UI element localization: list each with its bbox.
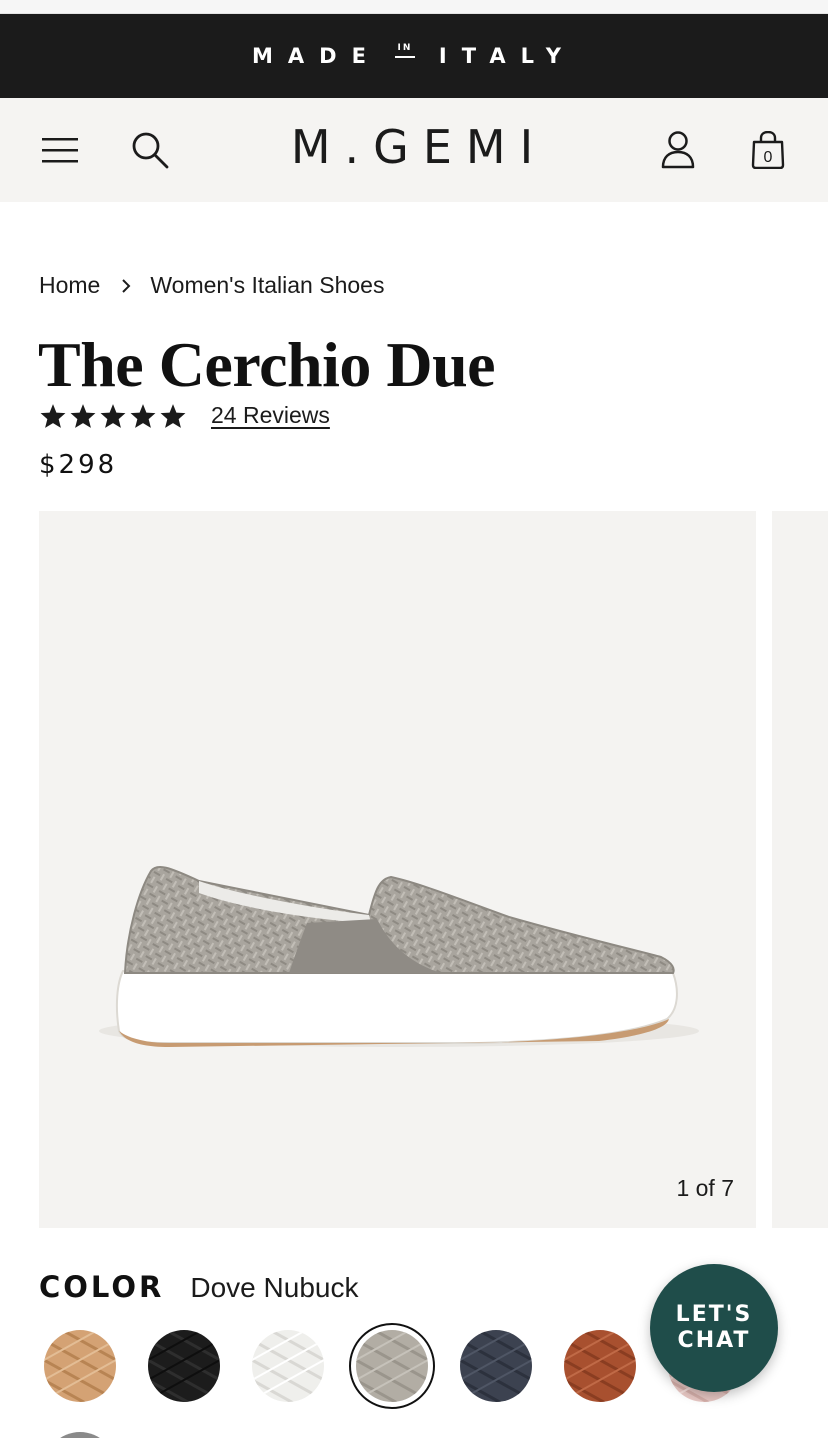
brand-logo[interactable]: M.GEMI	[0, 120, 828, 174]
product-rating: 24 Reviews	[39, 402, 330, 429]
swatch-navy[interactable]	[460, 1330, 532, 1402]
user-icon	[661, 131, 695, 169]
promo-made: MADE	[251, 44, 381, 68]
breadcrumb: Home Women's Italian Shoes	[39, 272, 384, 299]
star-icon	[70, 403, 96, 428]
reviews-link[interactable]: 24 Reviews	[211, 402, 330, 429]
shopping-bag-icon: 0	[751, 131, 785, 169]
star-icon	[130, 403, 156, 428]
swatch-dove[interactable]	[349, 1323, 435, 1409]
account-button[interactable]	[656, 128, 700, 172]
site-header: M.GEMI 0	[0, 98, 828, 202]
promo-italy: ITALY	[438, 44, 576, 68]
chat-button[interactable]: LET'S CHAT	[650, 1264, 778, 1392]
shoe-image	[99, 865, 699, 1047]
product-image-next[interactable]	[772, 511, 828, 1228]
cart-button[interactable]: 0	[746, 128, 790, 172]
swatch-cognac[interactable]	[564, 1330, 636, 1402]
color-label: COLOR	[39, 1270, 165, 1304]
status-strip	[0, 0, 828, 14]
star-icon	[40, 403, 66, 428]
color-selector-header: COLOR Dove Nubuck	[39, 1270, 358, 1304]
swatch-grey[interactable]	[44, 1432, 116, 1438]
selected-color-name: Dove Nubuck	[190, 1272, 359, 1303]
chat-label: LET'S CHAT	[675, 1302, 753, 1353]
product-title: The Cerchio Due	[38, 329, 496, 400]
swatch-cognac-weave	[564, 1330, 636, 1402]
breadcrumb-home[interactable]: Home	[39, 272, 100, 299]
swatch-tan-weave	[44, 1330, 116, 1402]
rating-stars	[39, 403, 187, 429]
product-price: $298	[39, 450, 118, 480]
breadcrumb-category[interactable]: Women's Italian Shoes	[150, 272, 384, 299]
swatch-dove-weave	[356, 1330, 428, 1402]
product-image-main[interactable]: 1 of 7	[39, 511, 756, 1228]
swatch-black-weave	[148, 1330, 220, 1402]
chevron-right-icon	[120, 277, 132, 295]
promo-in: IN	[395, 43, 415, 58]
star-icon	[100, 403, 126, 428]
cart-count: 0	[764, 149, 773, 166]
swatch-white[interactable]	[252, 1330, 324, 1402]
swatch-black[interactable]	[148, 1330, 220, 1402]
star-icon	[160, 403, 186, 428]
promo-text: MADE IN ITALY	[251, 43, 576, 69]
swatch-navy-weave	[460, 1330, 532, 1402]
gallery-counter: 1 of 7	[676, 1175, 734, 1201]
swatch-tan[interactable]	[44, 1330, 116, 1402]
promo-bar: MADE IN ITALY	[0, 14, 828, 98]
swatch-white-weave	[252, 1330, 324, 1402]
